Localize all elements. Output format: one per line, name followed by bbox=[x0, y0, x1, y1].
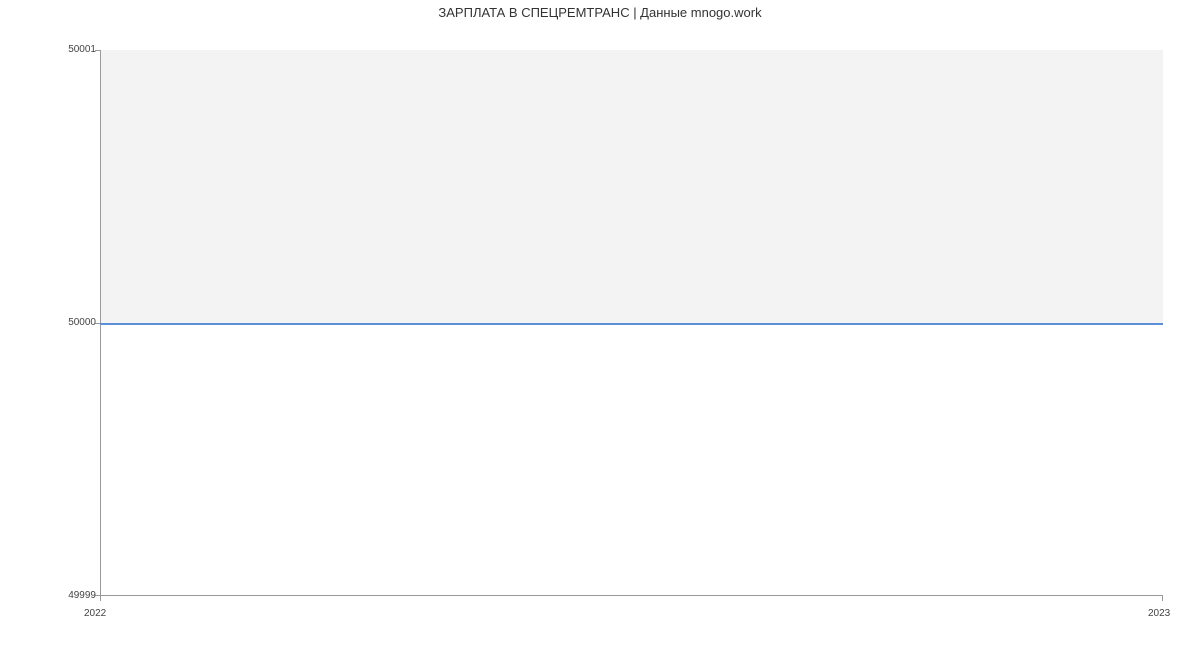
chart-container: ЗАРПЛАТА В СПЕЦРЕМТРАНС | Данные mnogo.w… bbox=[0, 0, 1200, 650]
plot-area bbox=[100, 50, 1163, 596]
shaded-region bbox=[100, 50, 1163, 323]
x-axis-line bbox=[100, 595, 1163, 596]
x-tick-mark bbox=[1162, 596, 1163, 601]
x-tick-label: 2023 bbox=[1148, 608, 1170, 619]
x-tick-mark bbox=[100, 596, 101, 601]
chart-title: ЗАРПЛАТА В СПЕЦРЕМТРАНС | Данные mnogo.w… bbox=[0, 5, 1200, 20]
y-tick-label: 50000 bbox=[36, 317, 96, 328]
x-tick-label: 2022 bbox=[84, 608, 106, 619]
y-tick-label: 49999 bbox=[36, 590, 96, 601]
data-line bbox=[100, 323, 1163, 325]
y-tick-label: 50001 bbox=[36, 44, 96, 55]
